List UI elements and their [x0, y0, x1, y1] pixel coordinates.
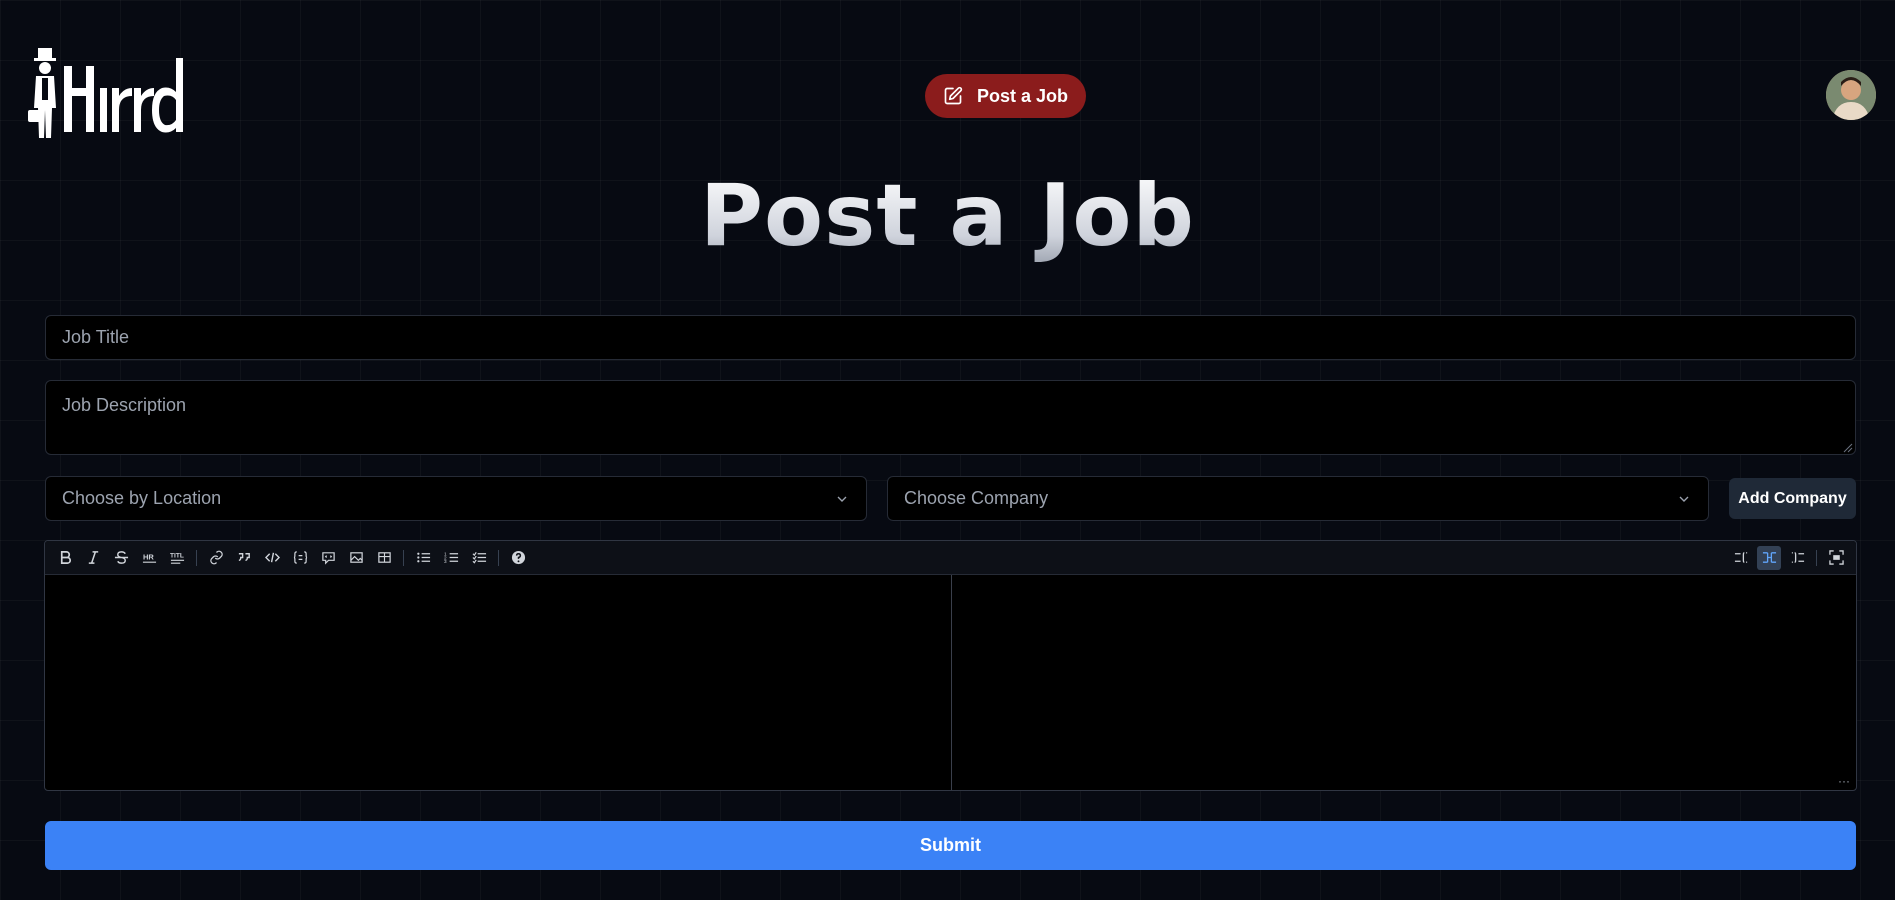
toolbar-divider [196, 549, 197, 566]
fullscreen-icon[interactable] [1824, 546, 1848, 570]
company-select[interactable]: Choose Company [887, 476, 1709, 521]
chevron-down-icon [1679, 496, 1689, 502]
logo-mark [28, 48, 183, 138]
company-select-value: Choose Company [904, 488, 1049, 508]
svg-text:3: 3 [444, 559, 447, 564]
chevron-down-icon [837, 496, 847, 502]
checked-list-icon[interactable] [467, 546, 491, 570]
bold-icon[interactable] [53, 546, 77, 570]
code-icon[interactable] [260, 546, 284, 570]
resize-handle-icon[interactable] [1843, 443, 1853, 453]
strikethrough-icon[interactable] [109, 546, 133, 570]
editor-toolbar: HR TITL 123 [45, 541, 1856, 575]
toolbar-divider [1816, 549, 1817, 566]
table-icon[interactable] [372, 546, 396, 570]
image-icon[interactable] [344, 546, 368, 570]
title-icon[interactable]: TITL [165, 546, 189, 570]
toolbar-divider [498, 549, 499, 566]
editor-resize-dots[interactable]: ··· [1838, 774, 1850, 788]
code-block-icon[interactable] [288, 546, 312, 570]
quote-icon[interactable] [232, 546, 256, 570]
job-description-textarea[interactable] [45, 380, 1856, 455]
edit-mode-icon[interactable] [1729, 546, 1753, 570]
avatar-image [1826, 70, 1876, 120]
live-mode-icon[interactable] [1757, 545, 1781, 570]
post-job-button[interactable]: Post a Job [925, 74, 1086, 118]
preview-mode-icon[interactable] [1785, 546, 1809, 570]
pen-square-icon [944, 86, 963, 105]
unordered-list-icon[interactable] [411, 546, 435, 570]
add-company-button[interactable]: Add Company [1729, 478, 1856, 519]
ordered-list-icon[interactable]: 123 [439, 546, 463, 570]
editor-preview-pane [952, 575, 1856, 790]
job-title-input[interactable] [45, 315, 1856, 360]
comment-icon[interactable] [316, 546, 340, 570]
hirrd-logo[interactable] [28, 48, 183, 142]
editor-input-pane[interactable] [45, 575, 952, 790]
help-icon[interactable] [506, 546, 530, 570]
italic-icon[interactable] [81, 546, 105, 570]
submit-button[interactable]: Submit [45, 821, 1856, 870]
avatar[interactable] [1826, 70, 1876, 120]
post-job-button-label: Post a Job [976, 85, 1069, 106]
editor-mode-switcher [1727, 545, 1850, 570]
svg-text:HR: HR [142, 552, 153, 561]
link-icon[interactable] [204, 546, 228, 570]
svg-text:TITL: TITL [170, 553, 184, 560]
page-title: Post a Job [0, 166, 1895, 266]
markdown-editor: HR TITL 123 ··· [44, 540, 1857, 791]
toolbar-divider [403, 549, 404, 566]
hr-icon[interactable]: HR [137, 546, 161, 570]
location-select[interactable]: Choose by Location [45, 476, 867, 521]
location-select-value: Choose by Location [62, 488, 222, 508]
